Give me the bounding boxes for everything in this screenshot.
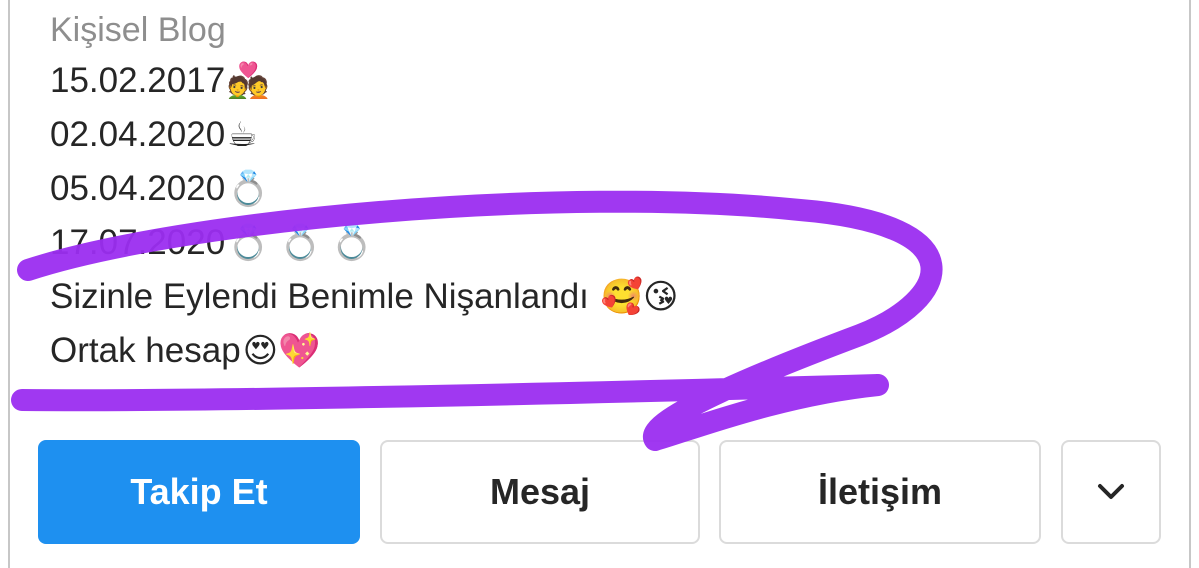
bio-category: Kişisel Blog [50, 11, 226, 49]
bio-line-text: 02.04.2020 [50, 115, 226, 154]
bio-line-text: 15.02.2017 [50, 61, 226, 100]
bio-line: 15.02.2017💑 [50, 54, 1150, 108]
bio-line: 17.07.2020💍 💍 💍 [50, 216, 1150, 270]
bio-line-text: Sizinle Eylendi Benimle Nişanlandı [50, 277, 599, 316]
bio-line: 02.04.2020☕ [50, 108, 1150, 162]
rings-emoji-icon: 💍 💍 💍 [227, 224, 374, 262]
profile-actions: Takip Et Mesaj İletişim [38, 440, 1161, 546]
bio-line-text: Ortak hesap [50, 331, 241, 370]
couple-emoji-icon: 💑 [227, 62, 270, 100]
heart-eyes-emoji-icon: 😍💖 [242, 332, 321, 370]
bio-line: Ortak hesap😍💖 [50, 324, 1150, 378]
follow-button[interactable]: Takip Et [38, 440, 360, 544]
message-button[interactable]: Mesaj [380, 440, 700, 544]
bio-line: Sizinle Eylendi Benimle Nişanlandı 🥰😘 [50, 270, 1150, 324]
frame-left-border [8, 0, 10, 568]
contact-button[interactable]: İletişim [719, 440, 1041, 544]
ring-emoji-icon: 💍 [227, 170, 270, 208]
smiling-hearts-emoji-icon: 🥰😘 [600, 278, 679, 316]
bio-line-text: 05.04.2020 [50, 169, 226, 208]
coffee-emoji-icon: ☕ [227, 116, 258, 154]
bio-line: 05.04.2020💍 [50, 162, 1150, 216]
bio-line-text: 17.07.2020 [50, 223, 226, 262]
more-options-button[interactable] [1061, 440, 1161, 544]
chevron-down-icon [1098, 484, 1124, 499]
frame-right-border [1189, 0, 1191, 568]
profile-bio: Kişisel Blog 15.02.2017💑 02.04.2020☕ 05.… [50, 6, 1150, 378]
